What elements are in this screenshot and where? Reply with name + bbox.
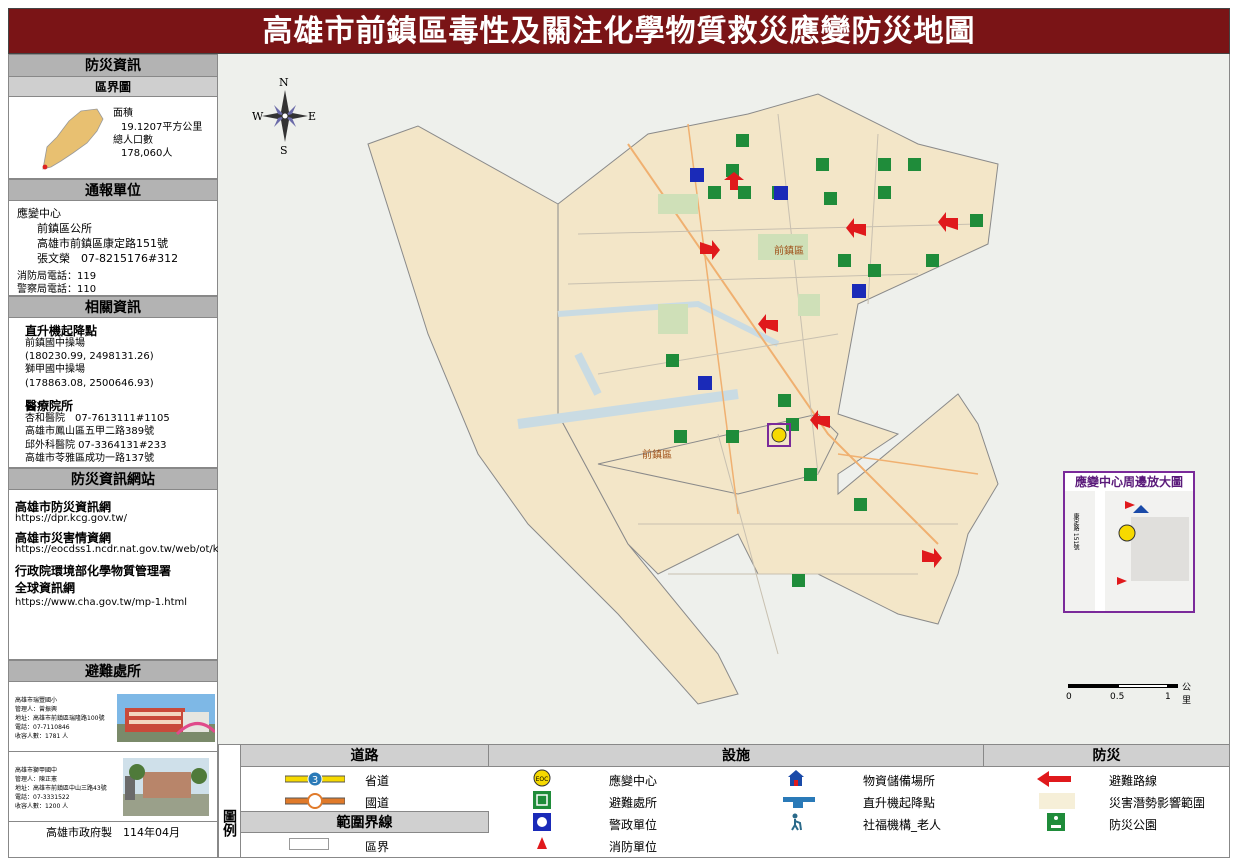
legend-fire: 消防單位 [609,840,658,854]
shelter1-address: 地址：高雄市前鎮區瑞隆路100號 [15,715,105,722]
eoc-contact: 張文榮 07-8215176#312 [37,252,179,265]
shelter1-photo [117,694,215,742]
disaster-info-heading: 防災資訊 [9,55,217,77]
disaster-park-icon [1047,813,1065,831]
related-heading: 相關資訊 [9,296,217,318]
police-icon [533,813,551,831]
legend-disaster-park: 防災公園 [1109,818,1158,832]
eoc-label: 應變中心 [17,207,61,220]
legend-boundary-heading: 範圍界線 [241,811,489,833]
hospital1-line: 杏和醫院 07-7613111#1105 [25,413,170,424]
shelter2-panel: 高雄市獅甲國中 管理人：陳正憲 地址：高雄市前鎮區中山三路43號 電話：07-3… [9,752,217,822]
shelter2-manager: 管理人：陳正憲 [15,776,58,783]
legend-impact-area: 災害潛勢影響範圍 [1109,796,1206,810]
related-panel: 直升機起降點 前鎮國中操場 (180230.99, 2498131.26) 獅甲… [9,318,217,468]
shelter2-phone: 電話：07-3331522 [15,794,70,801]
eoc-inset-map[interactable]: 應變中心周邊放大圖 康定路 151號 [1063,471,1195,613]
heli1-name: 前鎮國中操場 [25,338,85,349]
evac-arrow-icon [1037,771,1071,787]
legend-national-road: 國道 [365,796,390,810]
web1-url[interactable]: https://dpr.kcg.gov.tw/ [15,512,127,525]
district-shape-icon [42,108,104,170]
web3-url[interactable]: https://www.cha.gov.tw/mp-1.html [15,596,187,609]
shelter1-name: 高雄市瑞豐國小 [15,697,58,704]
map-canvas[interactable]: N W E S 前鎮區 前鎮區 應變中心周邊放大圖 康定路 151號 0 0.5… [218,54,1230,744]
district-map-heading: 區界圖 [9,77,217,97]
map-legend: 圖例 道路 設施 防災 範圍界線 3 省道 國道 區界 EOC 應變中心 避難處… [218,744,1230,858]
impact-area-swatch [1039,793,1075,809]
population-label: 總人口數 [113,135,153,146]
legend-evac-route: 避難路線 [1109,774,1158,788]
scale-label-05: 0.5 [1110,692,1125,702]
inset-road-label: 康定路 151號 [1072,513,1079,551]
shelter2-photo [123,758,209,816]
shelter1-info: 高雄市瑞豐國小 管理人：曾振興 地址：高雄市前鎮區瑞隆路100號 電話：07-7… [15,696,104,741]
hospital2-address: 高雄市苓雅區成功一路137號 [25,453,155,464]
scale-label-1: 1 [1165,692,1171,702]
shelter1-phone: 電話：07-7110846 [15,724,70,731]
shelter1-capacity: 收容人數：1781 人 [15,733,69,740]
fire-station-icon [533,835,551,853]
eoc-badge-text: EOC [536,776,549,783]
eoc-address: 高雄市前鎮區康定路151號 [37,237,168,250]
legend-shelter: 避難處所 [609,796,658,810]
web2-url[interactable]: https://eocdss1.ncdr.nat.gov.tw/web/ot/k… [15,543,225,556]
population-value: 178,060人 [121,148,173,159]
legend-provincial-road: 省道 [365,774,390,788]
eoc-icon: EOC [533,769,551,787]
provincial-road-icon: 3 [285,771,345,787]
hospital2-line: 邱外科醫院 07-3364131#233 [25,440,167,451]
web3-title: 行政院環境部化學物質管理署 [15,564,172,578]
scale-unit: 公里 [1182,683,1192,706]
hospital1-address: 高雄市鳳山區五甲二路389號 [25,426,155,437]
district-boundary-swatch [289,838,329,850]
legend-storage: 物資儲備場所 [863,774,936,788]
police-phone: 警察局電話：110 [17,284,97,295]
shelter-icon [533,791,551,809]
shelter2-capacity: 收容人數：1200 人 [15,803,69,810]
page-title: 高雄市前鎮區毒性及關注化學物質救災應變防災地圖 [8,8,1230,54]
storage-icon [788,770,804,786]
legend-helipad: 直升機起降點 [863,796,936,810]
legend-road-heading: 道路 [241,745,489,767]
elderly-care-icon [791,813,802,831]
eoc-office: 前鎮區公所 [37,222,92,235]
helipad-icon [783,797,815,808]
national-road-icon [285,793,345,809]
shelter-heading: 避難處所 [9,660,217,682]
shelter2-info: 高雄市獅甲國中 管理人：陳正憲 地址：高雄市前鎮區中山三路43號 電話：07-3… [15,766,107,811]
shelter2-address: 地址：高雄市前鎮區中山三路43號 [15,785,107,792]
scale-bar: 0 0.5 1 公里 [1066,683,1191,706]
shelter2-name: 高雄市獅甲國中 [15,767,58,774]
heli2-coord: (178863.08, 2500646.93) [25,378,154,389]
area-value: 19.1207平方公里 [121,122,203,133]
legend-vertical-label: 圖例 [219,745,241,857]
web-heading: 防災資訊網站 [9,468,217,490]
web3-title2: 全球資訊網 [15,581,76,595]
legend-eoc: 應變中心 [609,774,658,788]
inset-map-graphic [1065,491,1193,611]
notify-heading: 通報單位 [9,179,217,201]
legend-facility-heading: 設施 [489,745,984,767]
area-label: 面積 [113,108,133,119]
notify-panel: 應變中心 前鎮區公所 高雄市前鎮區康定路151號 張文榮 07-8215176#… [9,201,217,296]
legend-elderly: 社福機構_老人 [863,818,942,832]
legend-district-boundary: 區界 [365,840,390,854]
provincial-road-number: 3 [312,775,318,786]
shelter1-manager: 管理人：曾振興 [15,706,58,713]
shelter1-panel: 高雄市瑞豐國小 管理人：曾振興 地址：高雄市前鎮區瑞隆路100號 電話：07-7… [9,682,217,752]
scale-label-0: 0 [1066,692,1072,702]
legend-police: 警政單位 [609,818,658,832]
inset-title: 應變中心周邊放大圖 [1074,475,1183,489]
legend-disaster-heading: 防災 [984,745,1229,767]
maker-footer: 高雄市政府製 114年04月 [46,826,180,839]
facility-markers [666,134,983,587]
district-map-panel: 面積 19.1207平方公里 總人口數 178,060人 [9,97,217,179]
info-sidebar: 防災資訊 區界圖 面積 19.1207平方公里 總人口數 178,060人 通報… [8,54,225,858]
heli1-coord: (180230.99, 2498131.26) [25,351,154,362]
web-panel: 高雄市防災資訊網 https://dpr.kcg.gov.tw/ 高雄市災害情資… [9,490,225,660]
heli2-name: 獅甲國中操場 [25,364,85,375]
